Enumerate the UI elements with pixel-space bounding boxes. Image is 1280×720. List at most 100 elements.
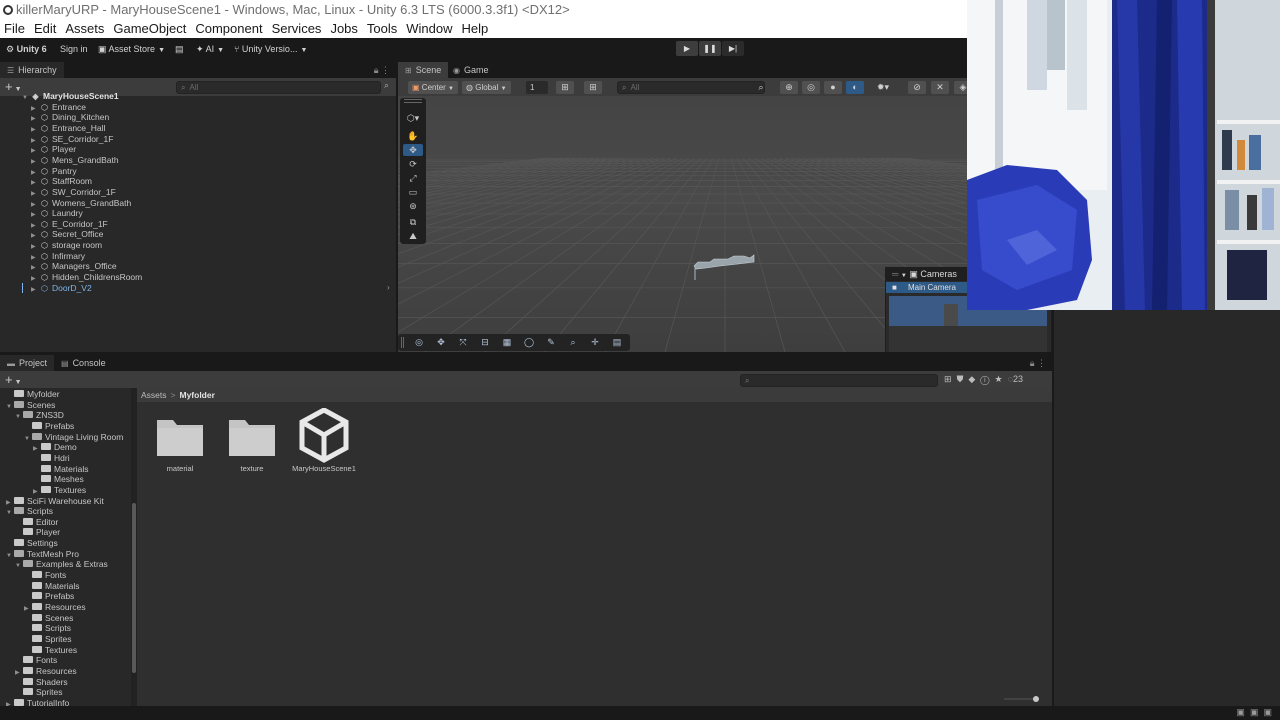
project-folder-item[interactable]: Meshes bbox=[33, 474, 84, 485]
project-folder-item[interactable]: Hdri bbox=[33, 453, 70, 464]
chevron-down-icon[interactable]: ▼ bbox=[6, 508, 14, 519]
overlay-btn-4[interactable]: ⊟ bbox=[476, 336, 494, 349]
increment-snap-button[interactable]: ⊞ bbox=[584, 81, 602, 94]
search-by-label-icon[interactable]: ⛊ bbox=[957, 374, 964, 384]
tab-hierarchy[interactable]: ☰ Hierarchy bbox=[0, 62, 64, 78]
hand-tool-button[interactable]: ✋ bbox=[403, 130, 423, 142]
overlay-btn-1[interactable]: ◎ bbox=[410, 336, 428, 349]
cache-icon[interactable]: ▣ bbox=[1250, 707, 1259, 717]
asset-texture[interactable]: texture bbox=[209, 408, 281, 480]
project-folder-item[interactable]: Prefabs bbox=[24, 421, 74, 432]
scene-object[interactable] bbox=[693, 254, 755, 280]
menu-file[interactable]: File bbox=[4, 21, 25, 36]
overlay-btn-6[interactable]: ◯ bbox=[520, 336, 538, 349]
chevron-down-icon[interactable]: ▼ bbox=[6, 551, 14, 562]
hierarchy-scene-root[interactable]: ▼ ◈ MaryHouseScene1 bbox=[22, 91, 119, 102]
overlay-btn-5[interactable]: ▦ bbox=[498, 336, 516, 349]
overlay-btn-2[interactable]: ✥ bbox=[432, 336, 450, 349]
tab-project[interactable]: ▬ Project bbox=[0, 355, 55, 371]
move-tool-button[interactable]: ✥ bbox=[403, 144, 423, 156]
search-filter-icon[interactable]: ⌕ bbox=[384, 80, 389, 91]
hierarchy-search-input[interactable]: ⌕ All bbox=[176, 81, 381, 94]
account-button[interactable]: ⚙ Unity 6 bbox=[6, 42, 47, 56]
project-folder-item[interactable]: Player bbox=[15, 527, 60, 538]
lock-icon[interactable]: 🔒︎ bbox=[374, 65, 379, 75]
progress-icon[interactable]: ▣ bbox=[1236, 707, 1245, 717]
scene-viewport[interactable]: ⬡▾ ✋ ✥ ⟳ ⤢ ▭ ⊛ ⧉ ⛰ ═ ▼ ▣ Cameras ■ Main … bbox=[398, 96, 1052, 352]
kebab-menu-icon[interactable]: ⋮ bbox=[381, 65, 390, 75]
project-folder-item[interactable]: Fonts bbox=[15, 655, 57, 666]
project-folder-item[interactable]: Sprites bbox=[15, 687, 62, 698]
overlay-btn-3[interactable]: ⤧ bbox=[454, 336, 472, 349]
chevron-down-icon[interactable]: ▼ bbox=[15, 561, 23, 572]
trash-button[interactable]: ▤ bbox=[175, 42, 184, 56]
project-folder-item[interactable]: Materials bbox=[24, 581, 79, 592]
project-folder-item[interactable]: ▶ SciFi Warehouse Kit bbox=[6, 496, 104, 507]
project-folder-item[interactable]: ▼ Scenes bbox=[6, 400, 55, 411]
transform-tool-button[interactable]: ⊛ bbox=[403, 200, 423, 212]
breadcrumb-myfolder[interactable]: Myfolder bbox=[179, 390, 214, 400]
project-folder-item[interactable]: Textures bbox=[24, 645, 77, 656]
sign-in-button[interactable]: Sign in bbox=[60, 42, 88, 56]
breadcrumb-assets[interactable]: Assets bbox=[141, 390, 167, 400]
project-folder-item[interactable]: ▶ Demo bbox=[33, 442, 77, 453]
space-dropdown[interactable]: ◍ Global ▼ bbox=[462, 81, 511, 94]
grid-snap-button[interactable]: ⊞ bbox=[556, 81, 574, 94]
hierarchy-item[interactable]: ▶ ⬡ Managers_Office bbox=[31, 261, 117, 272]
hierarchy-item[interactable]: ▶ ⬡ SE_Corridor_1F bbox=[31, 134, 113, 145]
effects-dropdown[interactable]: ✹▾ bbox=[872, 81, 894, 94]
project-folder-item[interactable]: ▶ Textures bbox=[33, 485, 86, 496]
menu-services[interactable]: Services bbox=[272, 21, 322, 36]
drag-handle-icon[interactable] bbox=[404, 99, 422, 103]
chevron-down-icon[interactable]: ▼ bbox=[24, 434, 32, 445]
hierarchy-item[interactable]: ▶ ⬡ StaffRoom bbox=[31, 176, 92, 187]
tools-button[interactable]: ✕ bbox=[931, 81, 949, 94]
shaded-button[interactable]: ● bbox=[824, 81, 842, 94]
rotate-tool-button[interactable]: ⟳ bbox=[403, 158, 423, 170]
hierarchy-item-prefab[interactable]: ▶ ⬡ DoorD_V2 bbox=[31, 283, 92, 294]
lighting-button[interactable]: ◐ bbox=[846, 81, 864, 94]
hierarchy-item[interactable]: ▶ ⬡ SW_Corridor_1F bbox=[31, 187, 116, 198]
project-folder-item[interactable]: Scripts bbox=[24, 623, 71, 634]
create-button[interactable]: + ▼ bbox=[5, 79, 22, 98]
project-folder-item[interactable]: ▶ Resources bbox=[15, 666, 77, 677]
snap-value-field[interactable]: 1 bbox=[526, 81, 548, 94]
project-folder-item[interactable]: ▶ TutorialInfo bbox=[6, 698, 69, 706]
project-folder-item[interactable]: ▼ TextMesh Pro bbox=[6, 549, 79, 560]
overlay-btn-10[interactable]: ▤ bbox=[608, 336, 626, 349]
menu-jobs[interactable]: Jobs bbox=[330, 21, 357, 36]
project-folder-item[interactable]: ▶ Resources bbox=[24, 602, 86, 613]
orientation-dropdown[interactable]: ⬡▾ bbox=[403, 112, 423, 124]
chevron-down-icon[interactable]: ▼ bbox=[22, 93, 31, 104]
project-folder-item[interactable]: Editor bbox=[15, 517, 58, 528]
zoom-slider[interactable] bbox=[1002, 695, 1042, 703]
project-folder-item[interactable]: ▼ Vintage Living Room bbox=[24, 432, 123, 443]
project-folder-item[interactable]: ▼ Scripts bbox=[6, 506, 53, 517]
search-options-button[interactable]: ⌕ bbox=[752, 81, 770, 94]
overlay-btn-7[interactable]: ✎ bbox=[542, 336, 560, 349]
asset-store-button[interactable]: ▣ Asset Store ▼ bbox=[98, 42, 165, 56]
tab-game[interactable]: ◉ Game bbox=[446, 62, 496, 78]
rect-tool-button[interactable]: ▭ bbox=[403, 186, 423, 198]
menu-tools[interactable]: Tools bbox=[367, 21, 397, 36]
wireframe-button[interactable]: ◎ bbox=[802, 81, 820, 94]
tab-console[interactable]: ▤ Console bbox=[54, 355, 113, 371]
menu-component[interactable]: Component bbox=[195, 21, 262, 36]
tag-icon[interactable]: ◆ bbox=[968, 374, 975, 384]
project-folder-item[interactable]: Materials bbox=[33, 464, 88, 475]
step-button[interactable]: ▶| bbox=[722, 41, 744, 56]
search-by-type-icon[interactable]: ⊞ bbox=[944, 374, 952, 384]
hierarchy-item[interactable]: ▶ ⬡ Entrance bbox=[31, 102, 86, 113]
hierarchy-item[interactable]: ▶ ⬡ E_Corridor_1F bbox=[31, 219, 108, 230]
project-folder-item[interactable]: Fonts bbox=[24, 570, 66, 581]
hierarchy-item[interactable]: ▶ ⬡ Secret_Office bbox=[31, 229, 103, 240]
project-folder-item[interactable]: ▼ ZNS3D bbox=[15, 410, 64, 421]
play-button[interactable]: ▶ bbox=[676, 41, 698, 56]
asset-maryhousescene1[interactable]: MaryHouseScene1 bbox=[281, 408, 356, 480]
chevron-down-icon[interactable]: ▼ bbox=[15, 412, 23, 423]
pivot-dropdown[interactable]: ▣ Center ▼ bbox=[408, 81, 458, 94]
project-folder-item[interactable]: Prefabs bbox=[24, 591, 74, 602]
chevron-right-icon[interactable]: › bbox=[387, 283, 390, 292]
tab-scene[interactable]: ⊞ Scene bbox=[398, 62, 449, 78]
menu-gameobject[interactable]: GameObject bbox=[113, 21, 186, 36]
